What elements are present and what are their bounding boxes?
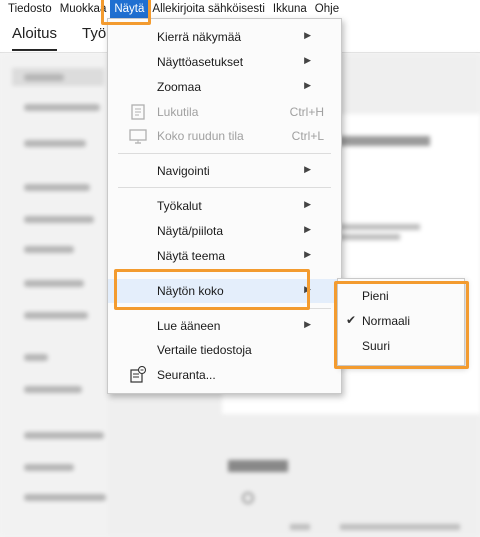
tracking-icon xyxy=(129,365,147,384)
menu-item-tracking[interactable]: Seuranta... xyxy=(108,363,341,387)
tab-tools[interactable]: Työ xyxy=(82,25,106,42)
menu-item-read-mode[interactable]: Lukutila Ctrl+H xyxy=(108,100,341,124)
menu-separator xyxy=(118,153,331,154)
home-sidebar xyxy=(0,54,108,537)
menu-item-read-aloud[interactable]: Lue ääneen ▶ xyxy=(108,314,341,338)
menu-item-tools[interactable]: Työkalut ▶ xyxy=(108,194,341,218)
submenu-arrow-icon: ▶ xyxy=(304,224,311,234)
menu-item-rotate-view[interactable]: Kierrä näkymää ▶ xyxy=(108,25,341,49)
submenu-arrow-icon: ▶ xyxy=(304,319,311,329)
submenu-arrow-icon: ▶ xyxy=(304,199,311,209)
submenu-arrow-icon: ▶ xyxy=(304,30,311,40)
menubar: Tiedosto Muokkaa Näytä Allekirjoita sähk… xyxy=(0,0,480,19)
menu-sign[interactable]: Allekirjoita sähköisesti xyxy=(148,0,269,19)
monitor-icon xyxy=(129,127,147,145)
menu-item-zoom[interactable]: Zoomaa ▶ xyxy=(108,75,341,99)
read-mode-icon xyxy=(129,103,147,121)
submenu-arrow-icon: ▶ xyxy=(304,80,311,90)
menu-item-navigation[interactable]: Navigointi ▶ xyxy=(108,159,341,183)
menu-item-show-theme[interactable]: Näytä teema ▶ xyxy=(108,244,341,268)
menu-window[interactable]: Ikkuna xyxy=(269,0,311,19)
menu-item-compare-files[interactable]: Vertaile tiedostoja xyxy=(108,338,341,362)
submenu-arrow-icon: ▶ xyxy=(304,55,311,65)
highlight-view-menu xyxy=(101,0,151,25)
highlight-screen-size xyxy=(114,269,310,310)
menu-item-show-hide[interactable]: Näytä/piilota ▶ xyxy=(108,219,341,243)
tab-home[interactable]: Aloitus xyxy=(12,25,58,51)
menu-item-fullscreen[interactable]: Koko ruudun tila Ctrl+L xyxy=(108,124,341,148)
submenu-arrow-icon: ▶ xyxy=(304,164,311,174)
view-menu: Kierrä näkymää ▶ Näyttöasetukset ▶ Zooma… xyxy=(107,18,342,394)
highlight-size-submenu xyxy=(334,281,469,369)
menu-help[interactable]: Ohje xyxy=(311,0,343,19)
submenu-arrow-icon: ▶ xyxy=(304,249,311,259)
menu-file[interactable]: Tiedosto xyxy=(4,0,56,19)
menu-item-display-settings[interactable]: Näyttöasetukset ▶ xyxy=(108,50,341,74)
menu-separator xyxy=(118,187,331,188)
